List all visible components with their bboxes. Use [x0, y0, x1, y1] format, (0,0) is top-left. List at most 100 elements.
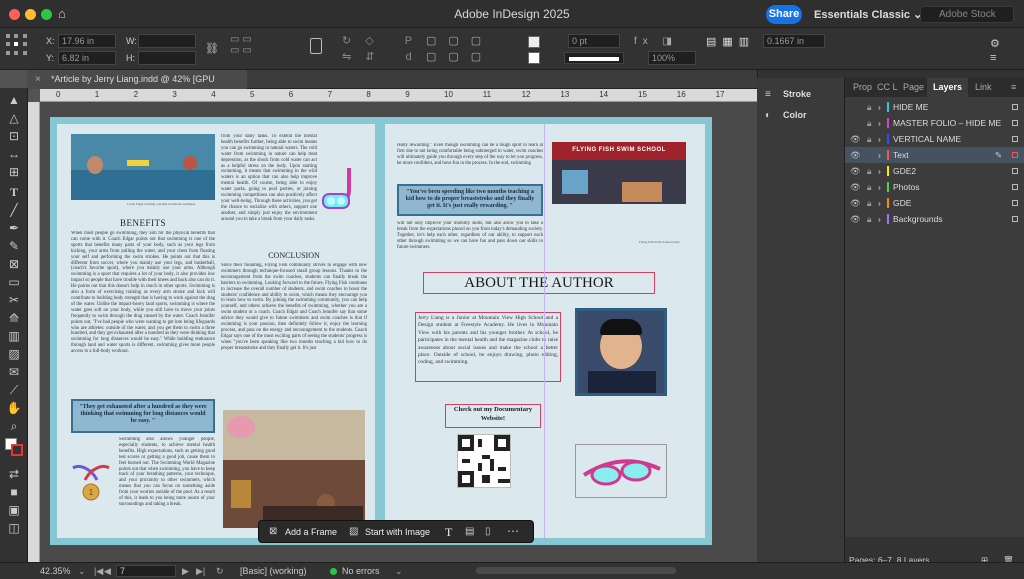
eye-icon[interactable]: 👁︎	[850, 163, 861, 179]
eye-icon[interactable]: 👁︎	[850, 211, 861, 227]
layer-name[interactable]: HIDE ME	[893, 99, 928, 115]
conclusion-text[interactable]: Since their founding, Flying Fish commun…	[221, 263, 367, 405]
documentary-link-text[interactable]: Check out my Documentary Website!	[445, 404, 541, 428]
expand-icon[interactable]: ›	[878, 147, 881, 163]
layer-select-box[interactable]	[1012, 120, 1018, 126]
lock-icon[interactable]: 🔒︎	[867, 99, 872, 115]
preview-mode-icon[interactable]: ◫	[6, 520, 22, 536]
layer-select-box[interactable]	[1012, 104, 1018, 110]
layer-row[interactable]: 👁︎ 🔒︎ › Photos	[845, 179, 1024, 195]
page-tool-icon[interactable]: ⊡	[6, 128, 22, 144]
expand-icon[interactable]: ›	[878, 195, 881, 211]
page-6[interactable]: Coach Edgar teaching a student backstrok…	[57, 124, 375, 538]
next-page-icon[interactable]: ▶	[182, 563, 189, 579]
pen-tool-icon[interactable]: ✒	[6, 220, 22, 236]
tab-cc-libraries[interactable]: CC L	[877, 82, 898, 92]
stroke-color-icon[interactable]	[11, 444, 23, 456]
x-position-field[interactable]: 17.96 in	[58, 34, 116, 48]
expand-icon[interactable]: ›	[878, 99, 881, 115]
expand-icon[interactable]: ›	[878, 211, 881, 227]
y-position-field[interactable]: 6.82 in	[58, 51, 116, 65]
right-col1-text2[interactable]: will not only improve your mobility skil…	[397, 221, 543, 261]
stroke-panel-tab[interactable]: Stroke	[783, 89, 811, 99]
start-with-image-button[interactable]: Start with Image	[365, 527, 430, 537]
note-tool-icon[interactable]: ✉	[6, 364, 22, 380]
stroke-swatch[interactable]	[528, 52, 540, 64]
selection-tool-icon[interactable]: ▲	[6, 92, 22, 108]
text-wrap-icons[interactable]: ▤▦▥	[706, 35, 755, 48]
layer-select-box[interactable]	[1012, 136, 1018, 142]
width-field[interactable]	[138, 34, 196, 48]
author-portrait[interactable]	[575, 308, 667, 396]
flip-icons[interactable]: ⇋⇵ d	[342, 50, 426, 63]
lock-icon[interactable]: 🔒︎	[867, 179, 872, 195]
layer-name[interactable]: GDE2	[893, 163, 916, 179]
layer-row[interactable]: 👁︎ 🔒︎ › GDE2	[845, 163, 1024, 179]
about-author-text[interactable]: Jerry Liang is a Junior at Mountain View…	[415, 312, 561, 382]
tab-links[interactable]: Link	[975, 82, 992, 92]
preflight-profile[interactable]: [Basic] (working)	[240, 563, 307, 579]
scissors-tool-icon[interactable]: ✂	[6, 292, 22, 308]
gradient-feather-tool-icon[interactable]: ▨	[6, 346, 22, 362]
layer-name[interactable]: Backgrounds	[893, 211, 943, 227]
open-page-icon[interactable]: ↻	[216, 563, 224, 579]
qr-code[interactable]	[457, 434, 511, 488]
offset-field[interactable]: 0.1667 in	[763, 34, 825, 48]
expand-icon[interactable]: ›	[878, 179, 881, 195]
gradient-tool-icon[interactable]: ▥	[6, 328, 22, 344]
lock-icon[interactable]: 🔒︎	[867, 115, 872, 131]
type-tool-icon[interactable]: T	[6, 184, 22, 200]
expand-icon[interactable]: ›	[878, 115, 881, 131]
pencil-tool-icon[interactable]: ✎	[6, 238, 22, 254]
last-page-icon[interactable]: ▶|	[196, 563, 205, 579]
eyedropper-tool-icon[interactable]: ⟋	[6, 382, 22, 398]
benefits-text[interactable]: When most people go swimming, they aim f…	[71, 231, 215, 395]
more-options-icon[interactable]: ⋯	[507, 524, 519, 538]
layer-select-box[interactable]	[1012, 184, 1018, 190]
rectangle-frame-tool-icon[interactable]: ⊠	[6, 256, 22, 272]
document-icon[interactable]: ▯	[485, 526, 491, 537]
layer-row[interactable]: 👁︎ 🔒︎ › VERTICAL NAME	[845, 131, 1024, 147]
eye-icon[interactable]: 👁︎	[850, 195, 861, 211]
height-field[interactable]	[138, 51, 196, 65]
right-col1-text[interactable]: really rewarding." Even though swimming …	[397, 143, 543, 181]
swim-lesson-photo[interactable]	[71, 134, 215, 200]
workspace-switcher[interactable]: Essentials Classic ⌄	[814, 8, 922, 21]
color-panel-tab[interactable]: Color	[783, 110, 807, 120]
layer-name[interactable]: MASTER FOLIO – HIDE ME	[893, 115, 1001, 131]
gap-tool-icon[interactable]: ↔	[6, 146, 22, 162]
expand-icon[interactable]: ›	[878, 131, 881, 147]
effects-icons[interactable]: fx ◨	[634, 36, 678, 47]
left-pullquote[interactable]: "They get exhausted after a hundred as t…	[71, 399, 215, 433]
free-transform-tool-icon[interactable]: ⟰	[6, 310, 22, 326]
prev-page-icon[interactable]: ◀	[104, 563, 111, 579]
preflight-errors[interactable]: No errors	[342, 563, 380, 579]
layer-name[interactable]: Photos	[893, 179, 919, 195]
panel-menu-icon[interactable]: ≡	[1011, 82, 1016, 92]
layer-row[interactable]: 🔒︎ › MASTER FOLIO – HIDE ME	[845, 115, 1024, 131]
rectangle-tool-icon[interactable]: ▭	[6, 274, 22, 290]
zoom-tool-icon[interactable]: ⌕	[6, 418, 22, 434]
tab-layers[interactable]: Layers	[927, 78, 969, 97]
swap-colors-icon[interactable]: ⇄	[6, 466, 22, 482]
tab-properties[interactable]: Prop	[853, 82, 872, 92]
layer-select-box[interactable]	[1012, 152, 1018, 158]
layer-select-box[interactable]	[1012, 216, 1018, 222]
select-container-icons[interactable]: ▢▢▢	[426, 34, 493, 47]
layer-name[interactable]: Text	[893, 147, 909, 163]
line-tool-icon[interactable]: ╱	[6, 202, 22, 218]
lock-icon[interactable]: 🔒︎	[867, 163, 872, 179]
place-icon[interactable]: ▤	[465, 526, 474, 537]
share-button[interactable]: Share	[766, 5, 802, 24]
content-collector-icon[interactable]: ⊞	[6, 164, 22, 180]
scale-controls[interactable]: ▭ ▭ ▭ ▭	[230, 34, 290, 64]
screen-mode-icon[interactable]: ▣	[6, 502, 22, 518]
eye-icon[interactable]: 👁︎	[850, 179, 861, 195]
constrain-link-icon[interactable]: ⛓	[205, 42, 219, 55]
coach-jennifer-photo[interactable]	[223, 410, 365, 528]
menu-icon[interactable]: ≡	[990, 52, 996, 64]
layer-name[interactable]: GDE	[893, 195, 911, 211]
zoom-level[interactable]: 42.35%	[40, 563, 71, 579]
stroke-weight-field[interactable]: 0 pt	[568, 34, 620, 48]
about-author-heading[interactable]: ABOUT THE AUTHOR	[423, 272, 655, 294]
